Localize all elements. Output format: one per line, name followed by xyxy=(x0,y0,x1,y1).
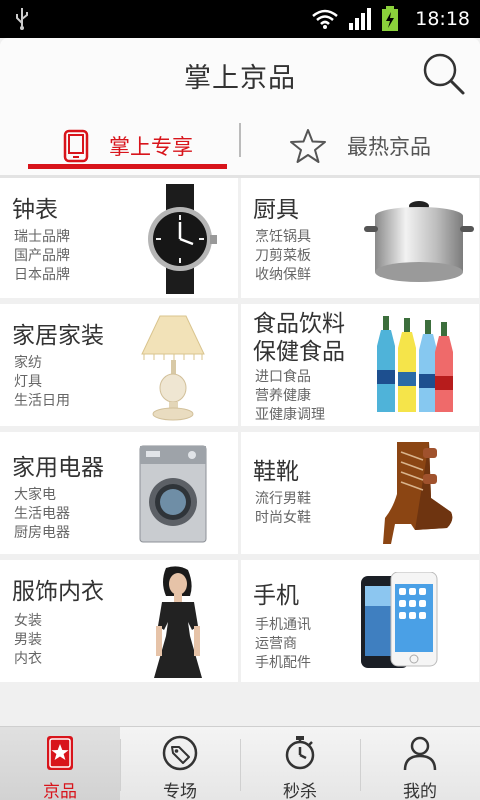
search-icon[interactable] xyxy=(422,52,466,96)
category-sub: 瑞士品牌 xyxy=(14,229,70,245)
clock: 18:18 xyxy=(415,8,470,30)
category-sub: 国产品牌 xyxy=(14,248,70,264)
category-apparel[interactable]: 服饰内衣 女装 男装 内衣 xyxy=(0,560,238,682)
status-bar: 18:18 xyxy=(0,0,480,38)
category-food-health[interactable]: 食品饮料 保健食品 进口食品 营养健康 亚健康调理 xyxy=(241,304,479,426)
active-tab-indicator xyxy=(28,164,227,169)
person-icon xyxy=(403,736,437,771)
category-title: 手机 xyxy=(253,583,299,609)
category-shoes[interactable]: 鞋靴 流行男鞋 时尚女鞋 xyxy=(241,432,479,554)
tab-exclusive-label: 掌上专享 xyxy=(109,135,193,159)
category-title: 钟表 xyxy=(12,197,58,223)
category-title: 家用电器 xyxy=(12,455,104,481)
category-sub: 男装 xyxy=(14,632,42,648)
nav-miaosha[interactable]: 秒杀 xyxy=(240,727,360,800)
category-title: 厨具 xyxy=(253,197,299,223)
battery-icon xyxy=(382,6,399,31)
category-sub: 刀剪菜板 xyxy=(255,248,311,264)
category-kitchenware[interactable]: 厨具 烹饪锅具 刀剪菜板 收纳保鲜 xyxy=(241,178,479,298)
nav-jingpin[interactable]: 京品 xyxy=(0,727,120,800)
category-sub: 女装 xyxy=(14,613,42,629)
category-sub: 大家电 xyxy=(14,487,56,503)
usb-icon xyxy=(16,8,28,30)
category-sub: 营养健康 xyxy=(255,388,311,404)
lamp-image xyxy=(141,315,205,421)
nav-label: 秒杀 xyxy=(283,782,317,800)
nav-label: 专场 xyxy=(163,782,197,800)
bottom-nav: 京品 专场 秒杀 我的 xyxy=(0,726,480,800)
category-sub: 手机配件 xyxy=(255,655,311,671)
wifi-icon xyxy=(312,9,339,29)
category-sub: 时尚女鞋 xyxy=(255,510,311,526)
category-phones[interactable]: 手机 手机通讯 运营商 手机配件 xyxy=(241,560,479,682)
star-card-icon xyxy=(47,736,73,770)
category-title-line: 食品饮料 xyxy=(253,311,345,337)
category-sub: 生活电器 xyxy=(14,506,70,522)
nav-zhuanchang[interactable]: 专场 xyxy=(120,727,240,800)
tab-divider xyxy=(239,123,241,157)
tab-hottest-label: 最热京品 xyxy=(347,135,431,159)
smartphones-image xyxy=(361,572,438,668)
nav-mine[interactable]: 我的 xyxy=(360,727,480,800)
nav-label: 京品 xyxy=(43,782,77,800)
category-watches[interactable]: 钟表 瑞士品牌 国产品牌 日本品牌 xyxy=(0,178,238,298)
tab-hottest[interactable]: 最热京品 xyxy=(260,118,460,174)
category-title-line: 保健食品 xyxy=(253,339,345,365)
bottles-image xyxy=(377,316,453,412)
page-title: 掌上京品 xyxy=(184,63,296,94)
category-sub: 内衣 xyxy=(14,651,42,667)
category-sub: 收纳保鲜 xyxy=(255,267,311,283)
category-sub: 日本品牌 xyxy=(14,267,70,283)
boot-image xyxy=(383,442,453,544)
category-sub: 进口食品 xyxy=(255,369,311,385)
tag-icon xyxy=(162,735,198,771)
signal-icon xyxy=(349,8,372,30)
dress-model-image xyxy=(154,566,202,678)
category-home-furnishing[interactable]: 家居家装 家纺 灯具 生活日用 xyxy=(0,304,238,426)
washing-machine-image xyxy=(139,445,207,543)
category-sub: 运营商 xyxy=(255,636,297,652)
category-title: 鞋靴 xyxy=(253,459,299,485)
category-sub: 灯具 xyxy=(14,374,42,390)
app-header: 掌上京品 掌上专享 最热京品 xyxy=(0,38,480,178)
category-appliances[interactable]: 家用电器 大家电 生活电器 厨房电器 xyxy=(0,432,238,554)
stopwatch-icon xyxy=(285,736,315,770)
category-sub: 厨房电器 xyxy=(14,525,70,541)
category-sub: 生活日用 xyxy=(14,393,70,409)
category-title: 服饰内衣 xyxy=(12,579,104,605)
nav-label: 我的 xyxy=(403,782,437,800)
watch-image xyxy=(148,184,217,294)
tablet-icon xyxy=(63,129,89,163)
category-sub: 家纺 xyxy=(14,355,42,371)
category-sub: 流行男鞋 xyxy=(255,491,311,507)
pot-image xyxy=(364,201,474,282)
star-outline-icon xyxy=(290,129,326,163)
category-sub: 烹饪锅具 xyxy=(255,229,311,245)
category-title: 食品饮料 保健食品 xyxy=(253,310,345,366)
category-sub: 手机通讯 xyxy=(255,617,311,633)
category-title: 家居家装 xyxy=(12,323,104,349)
category-sub: 亚健康调理 xyxy=(255,407,325,423)
